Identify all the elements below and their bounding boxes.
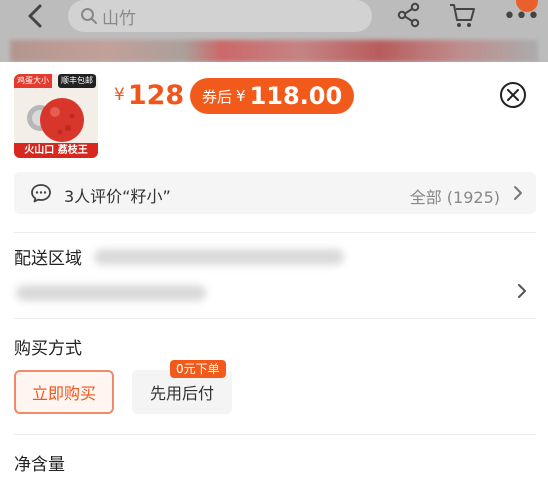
coupon-label: 券后	[202, 87, 233, 106]
cart-icon[interactable]	[448, 2, 476, 28]
close-button[interactable]	[500, 82, 526, 108]
net-content-label: 净含量	[14, 455, 65, 475]
all-reviews-link[interactable]: 全部 (1925)	[410, 184, 500, 208]
divider	[14, 318, 536, 319]
coupon-price: 118.00	[249, 82, 343, 110]
lychee-image-icon	[27, 98, 84, 142]
price-value: 128	[127, 80, 185, 111]
product-thumbnail: 鸡蛋大小 顺丰包邮 火山口 荔枝王	[14, 74, 98, 158]
thumb-tag-row: 鸡蛋大小 顺丰包邮	[14, 74, 98, 88]
thumb-caption: 火山口 荔枝王	[14, 143, 98, 158]
share-icon[interactable]	[396, 2, 422, 28]
review-text: 3人评价“籽小”	[64, 187, 171, 206]
search-input[interactable]: 山竹	[102, 4, 136, 29]
coupon-currency: ¥	[236, 87, 246, 105]
dimmed-page-header: 山竹 •••	[0, 0, 548, 62]
blurred-address-line	[16, 285, 206, 301]
price-currency: ¥	[114, 85, 125, 105]
blurred-background-strip	[10, 40, 538, 62]
search-bar[interactable]: 山竹	[68, 0, 372, 32]
thumb-size-tag: 鸡蛋大小	[14, 74, 52, 88]
coupon-price-badge: 券后 ¥ 118.00	[190, 78, 355, 114]
divider	[14, 434, 536, 435]
divider	[14, 232, 536, 233]
purchase-sheet: 鸡蛋大小 顺丰包邮 火山口 荔枝王 ¥128 券后 ¥ 118.00 3人评价“…	[0, 62, 548, 497]
blurred-address-line	[94, 249, 344, 265]
chevron-right-icon[interactable]	[516, 282, 528, 300]
thumb-shipping-tag: 顺丰包邮	[58, 74, 96, 88]
delivery-area-label: 配送区域	[14, 249, 82, 269]
back-arrow-icon[interactable]	[22, 2, 50, 30]
comment-bubble-icon	[31, 184, 51, 203]
search-icon	[81, 8, 97, 24]
buy-now-option[interactable]: 立即购买	[14, 370, 114, 414]
zero-down-badge: 0元下单	[170, 360, 226, 378]
chevron-right-icon	[514, 186, 522, 200]
purchase-method-label: 购买方式	[14, 339, 82, 359]
review-summary-row[interactable]: 3人评价“籽小” 全部 (1925)	[14, 172, 536, 214]
current-price: ¥128	[114, 80, 184, 111]
close-icon	[507, 89, 519, 101]
